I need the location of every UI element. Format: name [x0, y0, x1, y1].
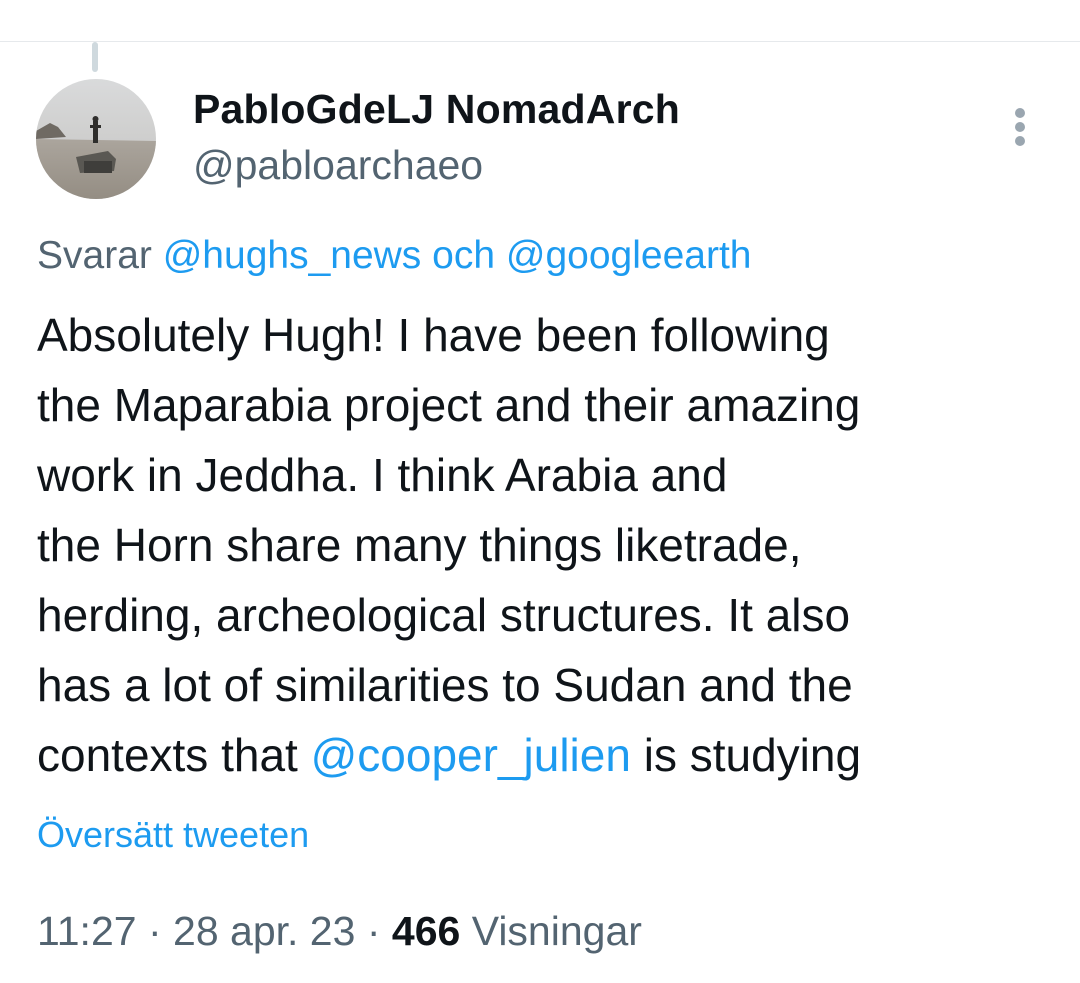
views-label[interactable]: Visningar: [472, 908, 642, 954]
avatar[interactable]: [36, 79, 156, 199]
thread-connector-line: [92, 42, 98, 72]
tweet-date[interactable]: 28 apr. 23: [173, 908, 355, 954]
replying-conjunction: och: [432, 234, 496, 277]
replying-to: Svarar @hughs_news och @googleearth: [37, 234, 752, 278]
more-dot-top: [1015, 108, 1025, 118]
mention-hughs-news[interactable]: @hughs_news: [163, 234, 422, 277]
more-options-icon[interactable]: [1004, 104, 1036, 150]
replying-prefix: Svarar: [37, 234, 152, 277]
author-handle[interactable]: @pabloarchaeo: [193, 142, 483, 189]
tweet-line: Absolutely Hugh! I have been following: [37, 309, 830, 361]
tweet-metadata: 11:27 · 28 apr. 23 · 466 Visningar: [37, 908, 642, 955]
translate-tweet-link[interactable]: Översätt tweeten: [37, 814, 309, 856]
mention-googleearth[interactable]: @googleearth: [506, 234, 752, 277]
tweet-line: has a lot of similarities to Sudan and t…: [37, 659, 853, 711]
tweet-line: the Maparabia project and their amazing: [37, 379, 861, 431]
more-dot-bottom: [1015, 136, 1025, 146]
tweet-text: Absolutely Hugh! I have been following t…: [37, 300, 1057, 790]
tweet-time[interactable]: 11:27: [37, 908, 137, 954]
tweet-line: work in Jeddha. I think Arabia and: [37, 449, 728, 501]
meta-separator: ·: [366, 908, 381, 954]
mention-cooper-julien[interactable]: @cooper_julien: [311, 729, 631, 781]
tweet-line: the Horn share many things liketrade,: [37, 519, 802, 571]
tweet-line: herding, archeological structures. It al…: [37, 589, 851, 641]
avatar-image: [36, 79, 156, 199]
tweet-line: contexts that @cooper_julien is studying: [37, 720, 1057, 790]
more-dot-middle: [1015, 122, 1025, 132]
author-display-name[interactable]: PabloGdeLJ NomadArch: [193, 86, 680, 133]
tweet-text-segment: contexts that: [37, 729, 298, 781]
views-count[interactable]: 466: [392, 908, 460, 954]
tweet-text-segment: is studying: [643, 729, 862, 781]
meta-separator: ·: [147, 908, 162, 954]
top-divider: [0, 41, 1080, 42]
